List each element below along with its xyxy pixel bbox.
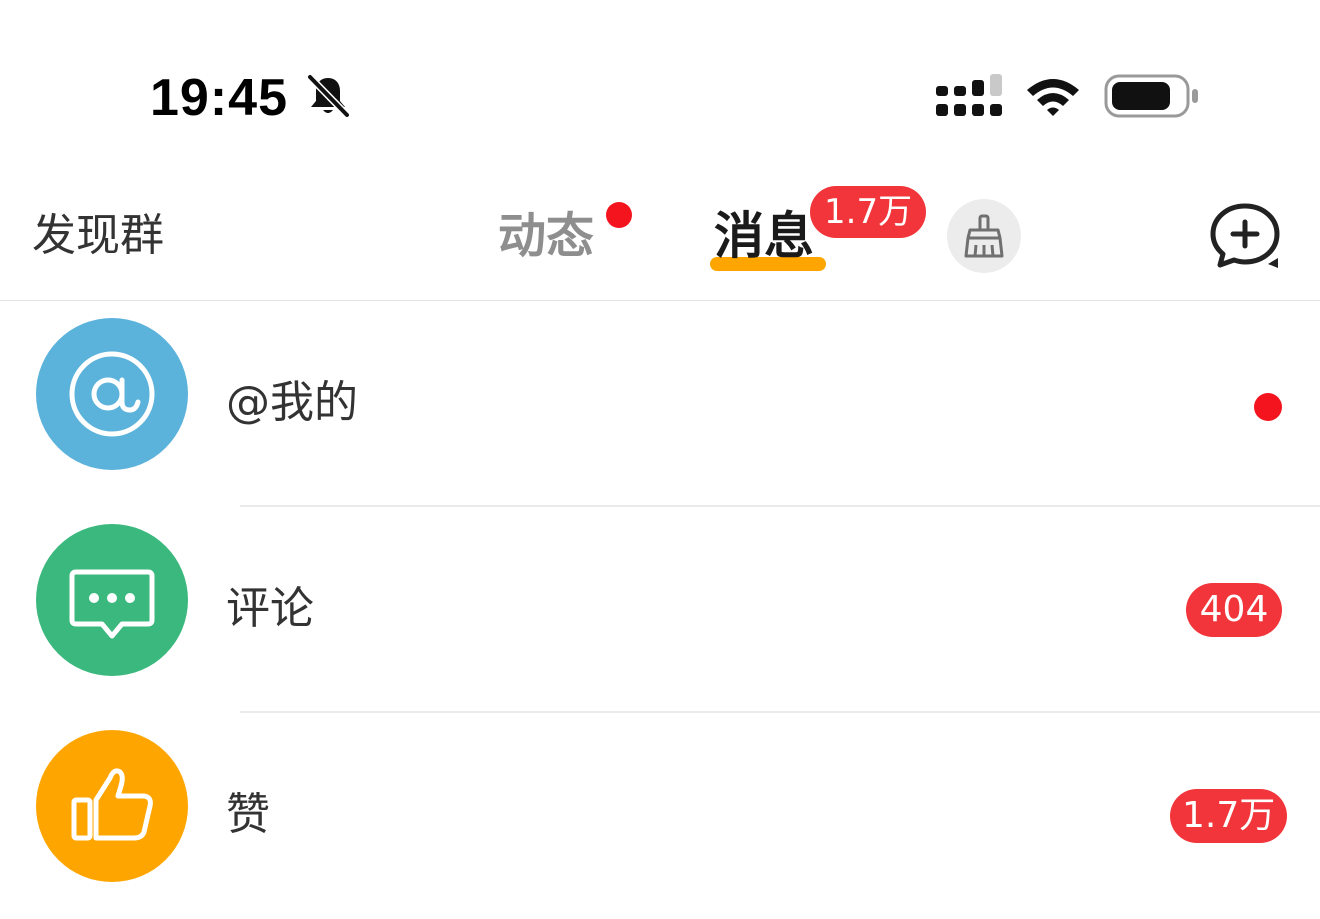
- likes-avatar: [36, 730, 188, 882]
- mentions-avatar: [36, 318, 188, 470]
- comment-icon: [36, 524, 188, 676]
- list-item-comments[interactable]: 评论 404: [0, 507, 1320, 713]
- list-item-likes[interactable]: 赞 1.7万: [0, 713, 1320, 919]
- list-item-mentions[interactable]: @我的: [0, 301, 1320, 507]
- wifi-icon: [1027, 79, 1079, 116]
- comments-avatar: [36, 524, 188, 676]
- thumbs-up-icon: [36, 730, 188, 882]
- broom-icon: [964, 214, 1004, 258]
- feed-unread-dot: [606, 202, 632, 228]
- add-chat-icon[interactable]: [1208, 202, 1282, 272]
- likes-label: 赞: [226, 789, 270, 840]
- comments-label: 评论: [226, 583, 314, 634]
- tab-messages[interactable]: 消息: [714, 208, 814, 264]
- battery-icon: [1104, 74, 1198, 118]
- cellular-signal-icon: [936, 74, 1002, 116]
- clear-unread-button[interactable]: [947, 199, 1021, 273]
- comments-count-badge: 404: [1186, 583, 1282, 637]
- status-bar: 19:45: [0, 0, 1320, 180]
- messages-count-badge: 1.7万: [810, 186, 927, 238]
- tab-feed[interactable]: 动态: [498, 208, 594, 264]
- status-time: 19:45: [150, 69, 288, 127]
- mentions-unread-dot: [1254, 393, 1282, 421]
- bell-muted-icon: [307, 74, 350, 118]
- likes-count-badge: 1.7万: [1170, 789, 1288, 843]
- tab-header: 发现群 动态 消息 1.7万: [0, 180, 1320, 301]
- mentions-label: @我的: [226, 377, 358, 428]
- at-sign-icon: [36, 318, 188, 470]
- discover-groups-link[interactable]: 发现群: [32, 208, 164, 264]
